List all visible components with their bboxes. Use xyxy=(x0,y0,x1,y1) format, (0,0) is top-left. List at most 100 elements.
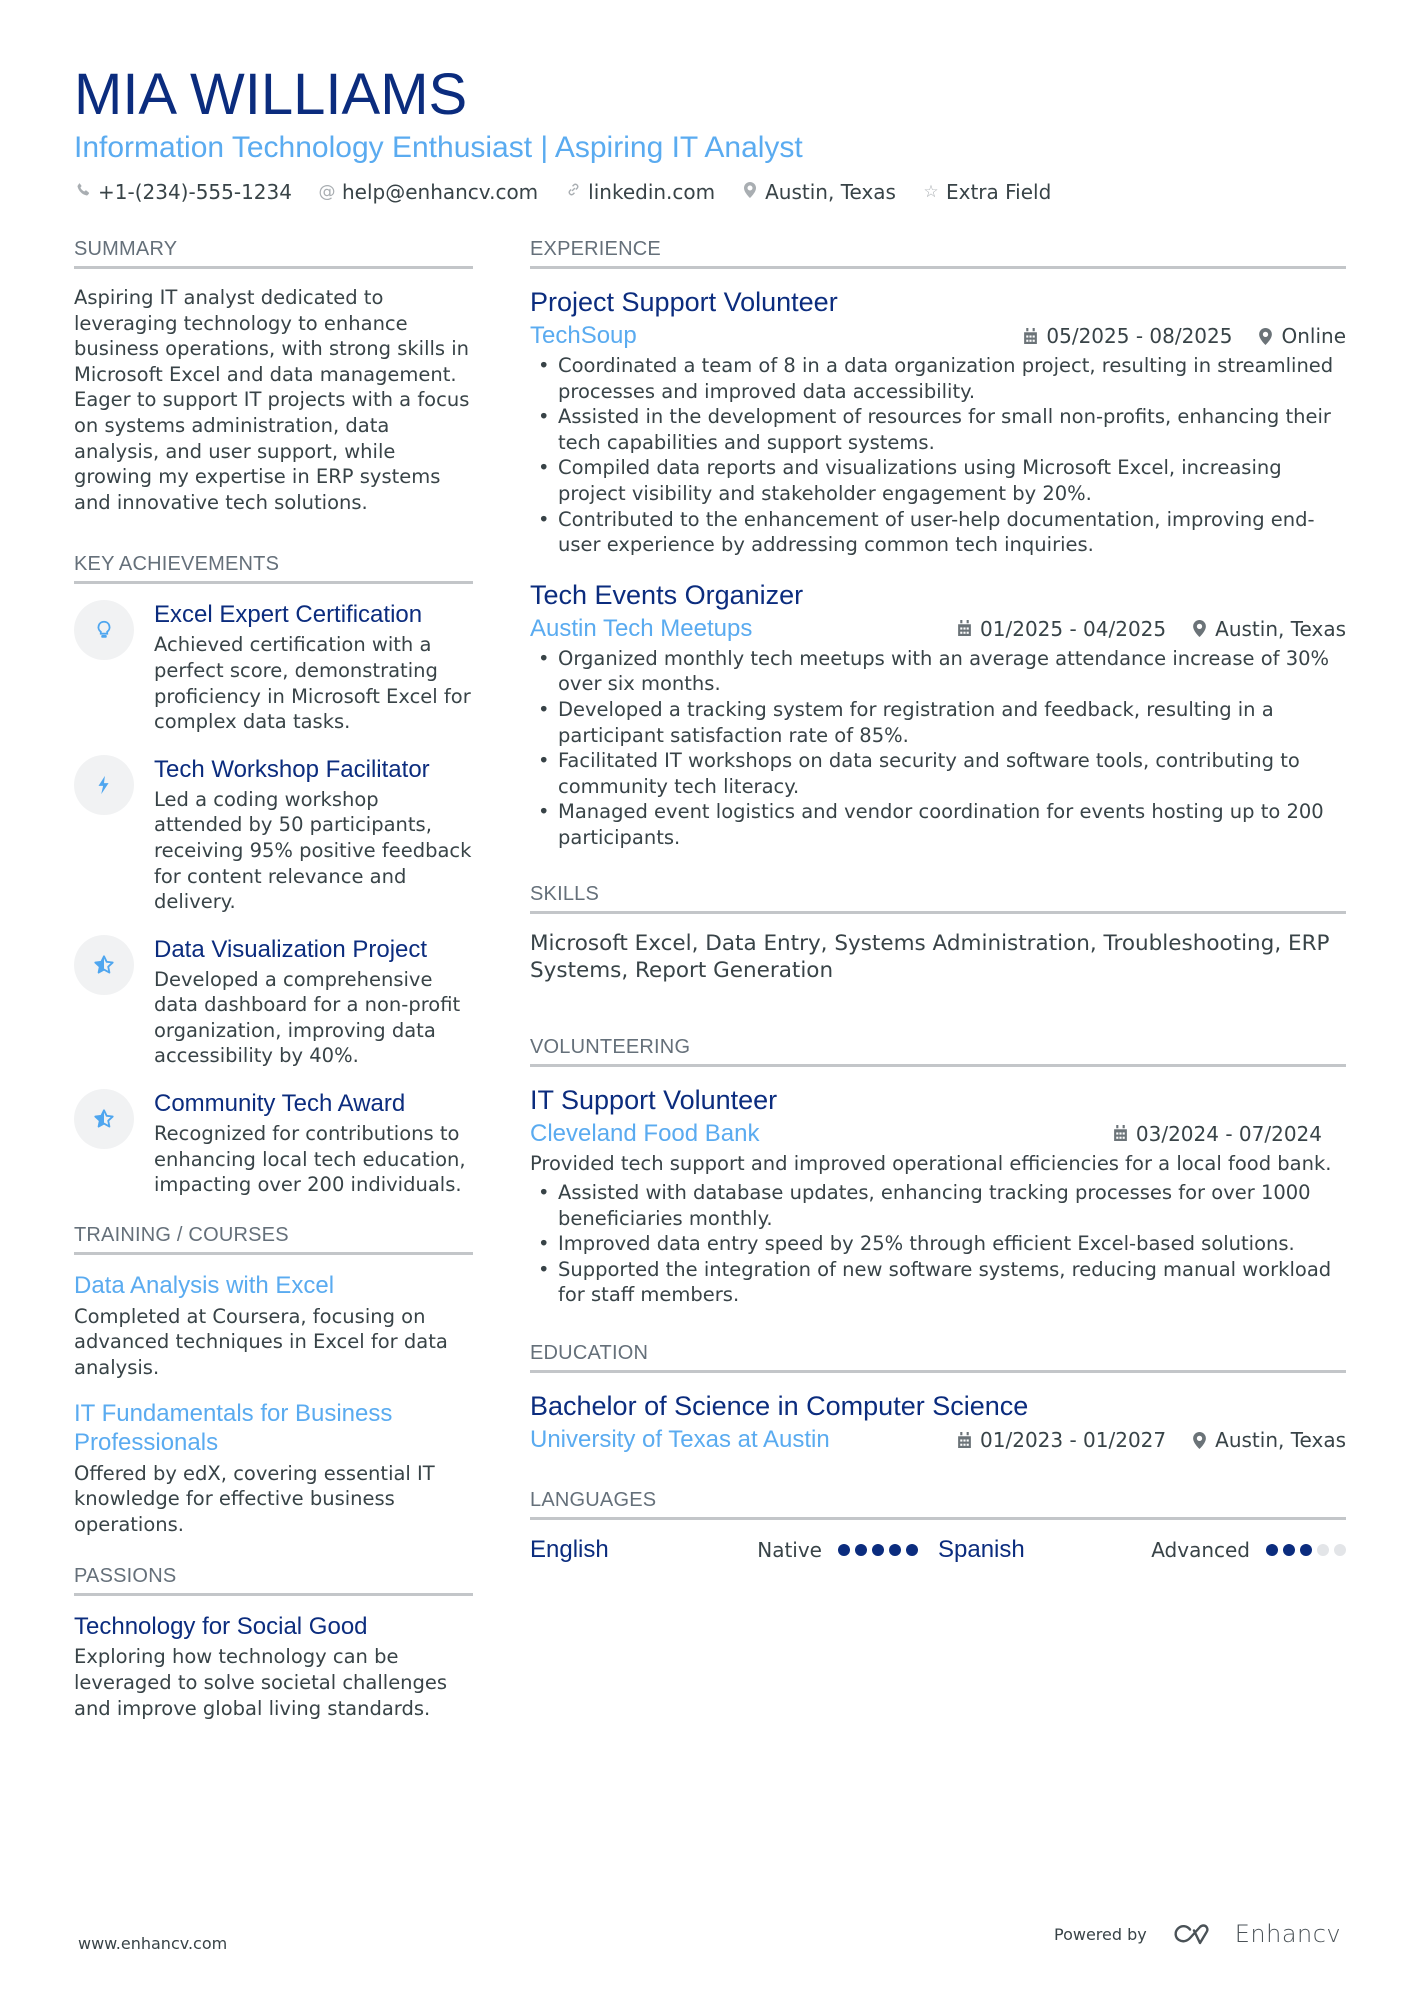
experience-item: Project Support Volunteer TechSoup 05/20… xyxy=(530,285,1346,558)
language-level: Advanced xyxy=(1151,1538,1250,1563)
volunteer-role: IT Support Volunteer xyxy=(530,1084,778,1115)
contact-email-text: help@enhancv.com xyxy=(341,180,539,204)
rating-dot-filled xyxy=(906,1544,918,1557)
volunteer-bullets: Assisted with database updates, enhancin… xyxy=(530,1180,1346,1308)
contact-email[interactable]: @ help@enhancv.com xyxy=(318,180,538,204)
link-icon xyxy=(564,182,582,202)
volunteer-dates-text: 03/2024 - 07/2024 xyxy=(1135,1121,1322,1146)
section-title-achievements: KEY ACHIEVEMENTS xyxy=(74,553,473,585)
footer-branding: Powered by Enhancv xyxy=(1054,1920,1341,1948)
job-meta-right: 01/2025 - 04/2025 Austin, Texas xyxy=(957,617,1346,641)
achievement-description: Recognized for contributions to enhancin… xyxy=(154,1122,466,1197)
job-meta: Austin Tech Meetups 01/2025 - 04/2025 Au… xyxy=(530,614,1346,644)
passion-item: Technology for Social Good Exploring how… xyxy=(74,1612,473,1721)
company-name: TechSoup xyxy=(530,322,637,349)
rating-dot-empty xyxy=(1334,1544,1346,1557)
contact-phone[interactable]: +1-(234)-555-1234 xyxy=(74,180,292,204)
location-pin-icon xyxy=(1193,1431,1207,1449)
bullet-item: Facilitated IT workshops on data securit… xyxy=(530,748,1346,799)
course-description: Completed at Coursera, focusing on advan… xyxy=(74,1304,448,1380)
experience-section: EXPERIENCE Project Support Volunteer Tec… xyxy=(530,238,1346,851)
course-title: Data Analysis with Excel xyxy=(74,1271,335,1299)
achievement-description: Developed a comprehensive data dashboard… xyxy=(154,967,461,1068)
languages-section: LANGUAGES English Native Spanish Advance… xyxy=(530,1489,1346,1564)
section-title-experience: EXPERIENCE xyxy=(530,238,1346,269)
bullet-item: Coordinated a team of 8 in a data organi… xyxy=(530,353,1346,404)
achievement-description: Led a coding workshop attended by 50 par… xyxy=(154,787,472,914)
section-title-passions: PASSIONS xyxy=(74,1565,473,1597)
rating-dot-empty xyxy=(1317,1544,1329,1557)
volunteer-meta: Cleveland Food Bank 03/2024 - 07/2024 xyxy=(530,1119,1346,1149)
summary-section: SUMMARY Aspiring IT analyst dedicated to… xyxy=(74,238,473,515)
lightning-icon xyxy=(74,754,134,815)
left-column: SUMMARY Aspiring IT analyst dedicated to… xyxy=(74,238,473,1759)
education-dates: 01/2023 - 01/2027 xyxy=(957,1428,1166,1452)
star-half-icon xyxy=(74,1089,134,1150)
job-location: Online xyxy=(1258,324,1346,348)
volunteering-section: VOLUNTEERING IT Support Volunteer Clevel… xyxy=(530,1036,1346,1309)
right-column: EXPERIENCE Project Support Volunteer Tec… xyxy=(530,238,1346,1602)
footer-website[interactable]: www.enhancv.com xyxy=(78,1934,227,1953)
achievement-title: Excel Expert Certification xyxy=(154,601,423,629)
contact-extra-field: ☆ Extra Field xyxy=(922,180,1051,204)
course-description: Offered by edX, covering essential IT kn… xyxy=(74,1461,435,1536)
calendar-icon xyxy=(958,620,971,637)
bullet-item: Organized monthly tech meetups with an a… xyxy=(530,646,1346,697)
language-item: Spanish Advanced xyxy=(938,1536,1346,1564)
brand-name: Enhancv xyxy=(1234,1920,1342,1948)
achievement-item: Community Tech Award Recognized for cont… xyxy=(74,1089,473,1198)
education-location: Austin, Texas xyxy=(1192,1428,1346,1452)
location-pin-icon xyxy=(741,181,759,203)
achievement-title: Community Tech Award xyxy=(154,1090,406,1118)
job-bullets: Coordinated a team of 8 in a data organi… xyxy=(530,353,1346,558)
skills-section: SKILLS Microsoft Excel, Data Entry, Syst… xyxy=(530,883,1346,984)
job-bullets: Organized monthly tech meetups with an a… xyxy=(530,646,1346,851)
skills-list: Microsoft Excel, Data Entry, Systems Adm… xyxy=(530,930,1330,983)
bullet-item: Assisted with database updates, enhancin… xyxy=(530,1180,1346,1231)
contact-linkedin[interactable]: linkedin.com xyxy=(564,180,715,204)
bullet-item: Compiled data reports and visualizations… xyxy=(530,455,1346,506)
section-title-skills: SKILLS xyxy=(530,883,1346,914)
job-dates: 05/2025 - 08/2025 xyxy=(1023,324,1232,348)
contact-location-text: Austin, Texas xyxy=(765,180,896,204)
volunteer-dates: 03/2024 - 07/2024 xyxy=(1113,1122,1322,1146)
language-rating xyxy=(838,1544,918,1557)
job-meta: TechSoup 05/2025 - 08/2025 Online xyxy=(530,321,1346,351)
powered-by-label: Powered by xyxy=(1054,1924,1147,1944)
bullet-item: Managed event logistics and vendor coord… xyxy=(530,799,1346,850)
contact-extra-text: Extra Field xyxy=(945,180,1052,204)
location-pin-icon xyxy=(1193,620,1207,638)
job-meta-right: 05/2025 - 08/2025 Online xyxy=(1023,324,1346,348)
language-level: Native xyxy=(757,1538,822,1563)
bullet-item: Supported the integration of new softwar… xyxy=(530,1257,1346,1308)
achievement-item: Data Visualization Project Developed a c… xyxy=(74,934,473,1069)
bullet-item: Contributed to the enhancement of user-h… xyxy=(530,507,1346,558)
rating-dot-filled xyxy=(1300,1544,1312,1557)
school-name: University of Texas at Austin xyxy=(530,1426,830,1454)
volunteer-meta-right: 03/2024 - 07/2024 xyxy=(1113,1122,1322,1146)
achievement-title: Tech Workshop Facilitator xyxy=(154,755,430,783)
volunteering-item: IT Support Volunteer Cleveland Food Bank… xyxy=(530,1083,1346,1309)
enhancv-logo-icon xyxy=(1174,1924,1209,1945)
course-item: Data Analysis with Excel Completed at Co… xyxy=(74,1271,473,1381)
bullet-item: Improved data entry speed by 25% through… xyxy=(530,1231,1346,1257)
passions-section: PASSIONS Technology for Social Good Expl… xyxy=(74,1565,473,1721)
candidate-headline: Information Technology Enthusiast | Aspi… xyxy=(74,131,803,164)
brand-logo[interactable]: Enhancv xyxy=(1173,1920,1341,1948)
experience-item: Tech Events Organizer Austin Tech Meetup… xyxy=(530,578,1346,851)
degree-title: Bachelor of Science in Computer Science xyxy=(530,1391,1029,1422)
education-item: Bachelor of Science in Computer Science … xyxy=(530,1389,1346,1455)
achievement-item: Excel Expert Certification Achieved cert… xyxy=(74,600,473,734)
resume-header: MIA WILLIAMS Information Technology Enth… xyxy=(74,62,1354,204)
course-item: IT Fundamentals for Business Professiona… xyxy=(74,1399,473,1538)
languages-list: English Native Spanish Advanced xyxy=(530,1536,1346,1564)
rating-dot-filled xyxy=(889,1544,901,1557)
calendar-icon xyxy=(1114,1125,1127,1141)
education-meta-right: 01/2023 - 01/2027 Austin, Texas xyxy=(957,1428,1346,1452)
job-title: Tech Events Organizer xyxy=(530,579,804,610)
lightbulb-icon xyxy=(74,600,134,661)
company-name: Austin Tech Meetups xyxy=(530,614,753,642)
section-title-summary: SUMMARY xyxy=(74,238,473,269)
star-half-icon xyxy=(74,934,134,995)
rating-dot-filled xyxy=(855,1544,867,1557)
